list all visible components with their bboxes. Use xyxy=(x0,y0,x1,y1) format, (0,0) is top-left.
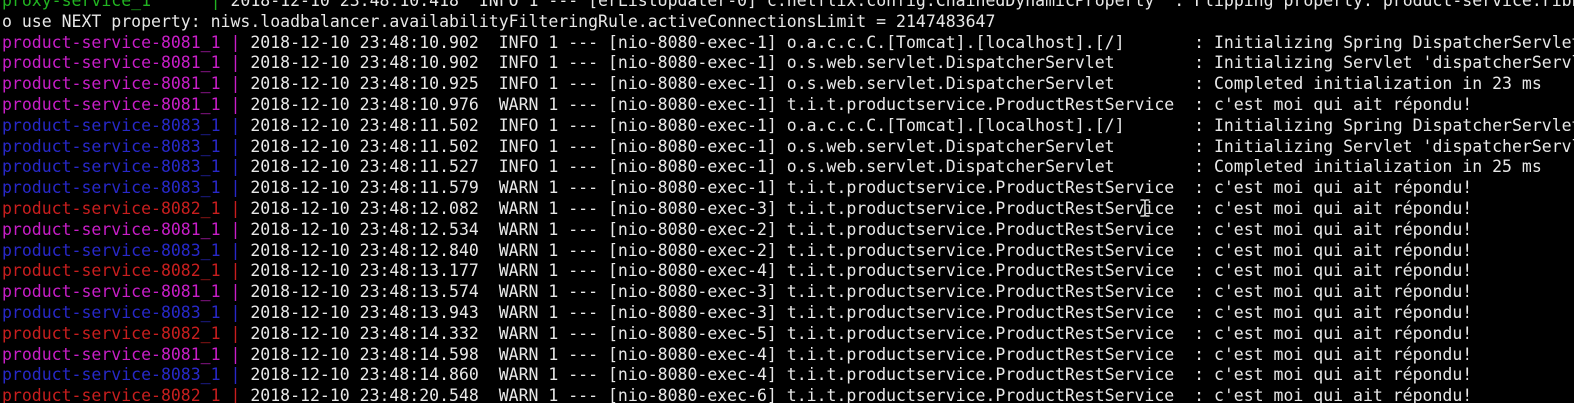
service-separator: | xyxy=(230,282,251,302)
log-message: 2018-12-10 23:48:10.418 INFO 1 --- [erLi… xyxy=(230,0,1574,10)
service-name: product-service-8083_1 xyxy=(2,302,231,322)
service-separator: | xyxy=(230,261,251,281)
service-separator: | xyxy=(230,323,251,343)
log-message: 2018-12-10 23:48:13.943 WARN 1 --- [nio-… xyxy=(250,302,1473,322)
log-line: product-service-8082_1 | 2018-12-10 23:4… xyxy=(2,261,1574,282)
service-name: product-service-8082_1 xyxy=(2,386,231,403)
service-name: proxy-service_1 xyxy=(2,0,211,10)
service-separator: | xyxy=(230,178,251,198)
log-message: 2018-12-10 23:48:10.976 WARN 1 --- [nio-… xyxy=(250,94,1473,114)
service-separator: | xyxy=(230,302,251,322)
service-name: product-service-8083_1 xyxy=(2,136,231,156)
log-line: product-service-8081_1 | 2018-12-10 23:4… xyxy=(2,95,1574,116)
service-separator: | xyxy=(230,240,251,260)
log-line: proxy-service_1 | 2018-12-10 23:48:10.41… xyxy=(2,0,1574,12)
log-line: product-service-8081_1 | 2018-12-10 23:4… xyxy=(2,345,1574,366)
log-line: product-service-8081_1 | 2018-12-10 23:4… xyxy=(2,53,1574,74)
log-message: 2018-12-10 23:48:11.527 INFO 1 --- [nio-… xyxy=(250,157,1542,177)
service-name: product-service-8083_1 xyxy=(2,115,231,135)
service-name: product-service-8081_1 xyxy=(2,53,231,73)
service-separator: | xyxy=(230,157,251,177)
log-message: 2018-12-10 23:48:14.598 WARN 1 --- [nio-… xyxy=(250,344,1473,364)
log-message: 2018-12-10 23:48:12.534 WARN 1 --- [nio-… xyxy=(250,219,1473,239)
log-message: 2018-12-10 23:48:13.574 WARN 1 --- [nio-… xyxy=(250,282,1473,302)
service-name: product-service-8082_1 xyxy=(2,261,231,281)
service-separator: | xyxy=(230,94,251,114)
service-name: product-service-8081_1 xyxy=(2,282,231,302)
log-message: 2018-12-10 23:48:12.840 WARN 1 --- [nio-… xyxy=(250,240,1473,260)
service-separator: | xyxy=(230,219,251,239)
log-message: 2018-12-10 23:48:11.502 INFO 1 --- [nio-… xyxy=(250,136,1574,156)
service-name: product-service-8082_1 xyxy=(2,323,231,343)
service-separator: | xyxy=(230,386,251,403)
service-name: product-service-8082_1 xyxy=(2,198,231,218)
log-message: 2018-12-10 23:48:20.548 WARN 1 --- [nio-… xyxy=(250,386,1473,403)
log-message: 2018-12-10 23:48:14.332 WARN 1 --- [nio-… xyxy=(250,323,1473,343)
log-message: o use NEXT property: niws.loadbalancer.a… xyxy=(2,11,996,31)
service-separator: | xyxy=(230,365,251,385)
log-message: 2018-12-10 23:48:10.902 INFO 1 --- [nio-… xyxy=(250,53,1574,73)
service-name: product-service-8081_1 xyxy=(2,344,231,364)
service-name: product-service-8081_1 xyxy=(2,219,231,239)
service-name: product-service-8083_1 xyxy=(2,240,231,260)
service-name: product-service-8081_1 xyxy=(2,32,231,52)
log-line: o use NEXT property: niws.loadbalancer.a… xyxy=(2,12,1574,33)
log-line: product-service-8083_1 | 2018-12-10 23:4… xyxy=(2,116,1574,137)
service-separator: | xyxy=(230,344,251,364)
log-line: product-service-8082_1 | 2018-12-10 23:4… xyxy=(2,324,1574,345)
log-message: 2018-12-10 23:48:12.082 WARN 1 --- [nio-… xyxy=(250,198,1473,218)
log-message: 2018-12-10 23:48:14.860 WARN 1 --- [nio-… xyxy=(250,365,1473,385)
log-line: product-service-8081_1 | 2018-12-10 23:4… xyxy=(2,282,1574,303)
log-line: product-service-8083_1 | 2018-12-10 23:4… xyxy=(2,178,1574,199)
service-name: product-service-8083_1 xyxy=(2,157,231,177)
service-name: product-service-8083_1 xyxy=(2,178,231,198)
service-name: product-service-8081_1 xyxy=(2,74,231,94)
log-line: product-service-8082_1 | 2018-12-10 23:4… xyxy=(2,386,1574,403)
log-line: product-service-8081_1 | 2018-12-10 23:4… xyxy=(2,220,1574,241)
service-separator: | xyxy=(230,198,251,218)
log-message: 2018-12-10 23:48:11.579 WARN 1 --- [nio-… xyxy=(250,178,1473,198)
log-line: product-service-8081_1 | 2018-12-10 23:4… xyxy=(2,33,1574,54)
terminal-output[interactable]: proxy-service_1 | 2018-12-10 23:48:10.41… xyxy=(2,0,1574,403)
service-separator: | xyxy=(230,136,251,156)
log-line: product-service-8083_1 | 2018-12-10 23:4… xyxy=(2,303,1574,324)
service-separator: | xyxy=(230,115,251,135)
log-line: product-service-8083_1 | 2018-12-10 23:4… xyxy=(2,157,1574,178)
terminal-window[interactable]: proxy-service_1 | 2018-12-10 23:48:10.41… xyxy=(0,0,1574,403)
log-line: product-service-8082_1 | 2018-12-10 23:4… xyxy=(2,199,1574,220)
service-separator: | xyxy=(230,74,251,94)
log-line: product-service-8083_1 | 2018-12-10 23:4… xyxy=(2,241,1574,262)
log-line: product-service-8081_1 | 2018-12-10 23:4… xyxy=(2,74,1574,95)
log-line: product-service-8083_1 | 2018-12-10 23:4… xyxy=(2,137,1574,158)
text-cursor-icon xyxy=(1140,199,1150,217)
service-name: product-service-8081_1 xyxy=(2,94,231,114)
service-name: product-service-8083_1 xyxy=(2,365,231,385)
log-message: 2018-12-10 23:48:10.925 INFO 1 --- [nio-… xyxy=(250,74,1542,94)
service-separator: | xyxy=(230,32,251,52)
log-message: 2018-12-10 23:48:10.902 INFO 1 --- [nio-… xyxy=(250,32,1574,52)
service-separator: | xyxy=(230,53,251,73)
log-message: 2018-12-10 23:48:13.177 WARN 1 --- [nio-… xyxy=(250,261,1473,281)
log-message: 2018-12-10 23:48:11.502 INFO 1 --- [nio-… xyxy=(250,115,1574,135)
service-separator: | xyxy=(210,0,231,10)
log-line: product-service-8083_1 | 2018-12-10 23:4… xyxy=(2,365,1574,386)
